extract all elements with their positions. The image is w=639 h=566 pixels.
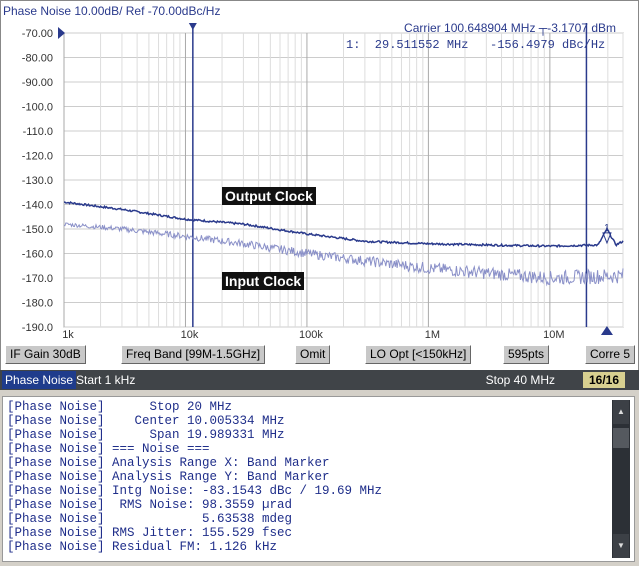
log-line: [Phase Noise] Analysis Range Y: Band Mar… [7, 470, 330, 484]
log-line: [Phase Noise] Stop 20 MHz [7, 400, 233, 414]
log-line: [Phase Noise] RMS Jitter: 155.529 fsec [7, 526, 293, 540]
y-tick-label: -140.0 [22, 200, 53, 212]
chart-title: Phase Noise 10.00dB/ Ref -70.00dBc/Hz [3, 4, 221, 18]
output-clock-label: Output Clock [222, 187, 316, 205]
y-tick-label: -100.0 [22, 102, 53, 114]
scroll-up-button[interactable]: ▲ [613, 400, 629, 424]
status-bar: Phase Noise Start 1 kHz Stop 40 MHz 16/1… [0, 370, 639, 390]
input-clock-label: Input Clock [222, 272, 305, 290]
marker-readout: 1: 29.511552 MHz -156.4979 dBc/Hz [346, 38, 605, 52]
phase-noise-chart: -70.00 -80.00 -90.00 -100.0 -110.0 -120.0 -130… [22, 23, 624, 341]
log-line: [Phase Noise] Residual FM: 1.126 kHz [7, 540, 278, 554]
stop-frequency: Stop 40 MHz [485, 373, 555, 387]
y-tick-label: -170.0 [22, 273, 53, 285]
y-tick-label: -130.0 [22, 175, 53, 187]
x-tick-label: 10k [181, 329, 199, 341]
y-tick-label: -190.0 [22, 322, 53, 334]
y-tick-label: -180.0 [22, 298, 53, 310]
log-line: [Phase Noise] === Noise === [7, 442, 210, 456]
log-line: [Phase Noise] Analysis Range X: Band Mar… [7, 456, 330, 470]
scroll-thumb[interactable] [613, 428, 629, 448]
y-tick-label: -90.00 [22, 77, 53, 89]
points-button[interactable]: 595pts [503, 345, 550, 364]
scroll-down-button[interactable]: ▼ [613, 534, 629, 558]
x-tick-label: 1M [425, 329, 440, 341]
y-tick-label: -160.0 [22, 249, 53, 261]
x-tick-label: 100k [299, 329, 323, 341]
average-count: 16/16 [582, 372, 625, 388]
start-frequency: Start 1 kHz [76, 373, 136, 387]
measurement-mode[interactable]: Phase Noise [2, 371, 77, 389]
y-tick-label: -110.0 [23, 126, 53, 138]
log-lines: [Phase Noise] Stop 20 MHz [Phase Noise] C… [7, 400, 382, 554]
y-tick-label: -70.00 [22, 28, 53, 40]
scrollbar[interactable]: ▲ ▼ [612, 400, 630, 558]
omit-button[interactable]: Omit [295, 345, 331, 364]
band-marker-start-icon [188, 23, 197, 30]
y-tick-label: -80.00 [22, 53, 53, 65]
log-line: [Phase Noise] Center 10.005334 MHz [7, 414, 285, 428]
carrier-readout: Carrier 100.648904 MHz ┬-3.1707 dBm [404, 21, 616, 35]
correlation-button[interactable]: Corre 5 [585, 345, 635, 364]
if-gain-button[interactable]: IF Gain 30dB [5, 345, 86, 364]
log-line: [Phase Noise] Span 19.989331 MHz [7, 428, 285, 442]
x-tick-label: 1k [62, 329, 74, 341]
log-line: [Phase Noise] Intg Noise: -83.1543 dBc /… [7, 484, 383, 498]
lo-opt-button[interactable]: LO Opt [<150kHz] [365, 345, 472, 364]
log-line: [Phase Noise] 5.63538 mdeg [7, 512, 293, 526]
marker-1-number: 1 [604, 223, 610, 234]
y-tick-label: -150.0 [22, 224, 53, 236]
x-tick-label: 10M [543, 329, 564, 341]
softkey-bar: IF Gain 30dB Freq Band [99M-1.5GHz] Omit… [5, 345, 635, 365]
freq-band-button[interactable]: Freq Band [99M-1.5GHz] [121, 345, 266, 364]
y-tick-label: -120.0 [22, 151, 53, 163]
chart-panel: -70.00 -80.00 -90.00 -100.0 -110.0 -120.0 -130… [0, 0, 639, 372]
log-panel: [Phase Noise] Stop 20 MHz [Phase Noise] C… [2, 396, 635, 562]
log-line: [Phase Noise] RMS Noise: 98.3559 µrad [7, 498, 293, 512]
